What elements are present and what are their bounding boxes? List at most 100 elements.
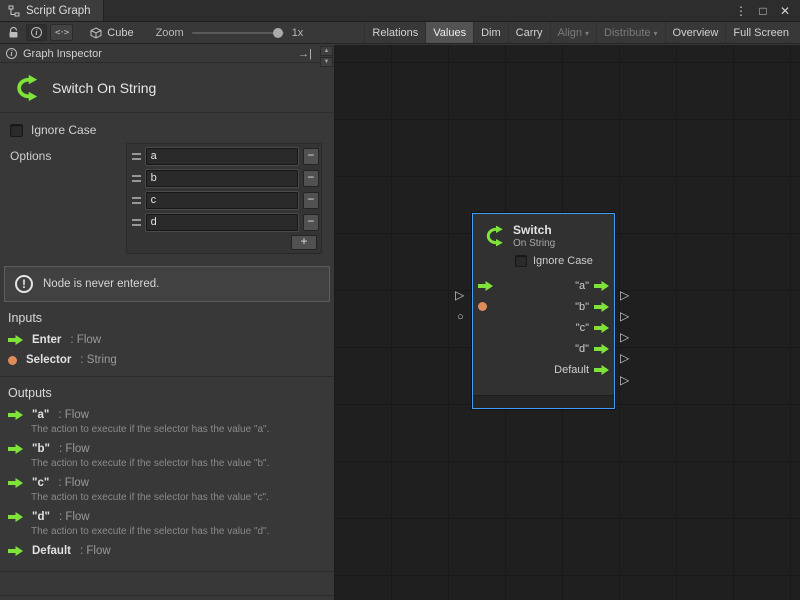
inputs-header: Inputs <box>0 302 334 330</box>
port-type: : Flow <box>70 334 101 346</box>
node-header[interactable]: Switch On String <box>473 214 614 253</box>
flow-arrow-icon <box>594 344 609 354</box>
zoom-value: 1x <box>292 27 304 39</box>
port-type: : Flow <box>59 511 90 523</box>
script-graph-icon <box>8 5 20 17</box>
add-option-button[interactable]: + <box>291 235 317 250</box>
dock-arrow-icon[interactable]: →| <box>298 48 312 60</box>
remove-option-button[interactable]: − <box>303 148 319 165</box>
graph-canvas[interactable]: Switch On String Ignore Case "a" <box>335 45 800 600</box>
port-name: "a" <box>32 409 49 421</box>
selector-port[interactable] <box>478 302 496 311</box>
scroll-down-icon[interactable]: ▼ <box>320 57 333 67</box>
output-d-connector-icon[interactable]: ▷ <box>620 351 629 365</box>
titlebar-spacer <box>104 0 732 21</box>
toolbar-button-distribute[interactable]: Distribute▾ <box>596 22 664 43</box>
drag-handle-icon[interactable] <box>132 153 141 160</box>
node-port-row-a: "a" <box>473 275 614 296</box>
button-label: Overview <box>673 27 719 39</box>
string-port-icon <box>478 302 487 311</box>
button-label: Distribute <box>604 27 650 39</box>
button-label: Values <box>433 27 466 39</box>
zoom-control: Zoom 1x <box>156 27 304 39</box>
lock-button[interactable] <box>4 24 23 41</box>
option-input-3[interactable] <box>146 214 298 231</box>
options-list: − − − − + <box>126 143 322 254</box>
selector-port-connector-icon[interactable]: ○ <box>457 310 464 324</box>
panel-empty-space <box>0 596 334 600</box>
node-ignore-case-checkbox[interactable] <box>515 255 527 267</box>
output-default-connector-icon[interactable]: ▷ <box>620 373 629 387</box>
port-type: : String <box>80 354 116 366</box>
enter-port-connector-icon[interactable]: ▷ <box>455 288 464 302</box>
tab-label: Script Graph <box>26 5 91 17</box>
remove-option-button[interactable]: − <box>303 170 319 187</box>
output-port-a[interactable]: "a" <box>575 280 609 292</box>
toolbar-button-values[interactable]: Values <box>425 22 473 43</box>
flow-arrow-icon <box>594 302 609 312</box>
graph-object-picker[interactable]: Cube <box>90 27 133 39</box>
remove-option-button[interactable]: − <box>303 192 319 209</box>
drag-handle-icon[interactable] <box>132 175 141 182</box>
code-icon: <·> <box>55 28 68 38</box>
window-titlebar: Script Graph ⋮ □ ✕ <box>0 0 800 22</box>
options-footer: + <box>129 234 319 251</box>
toolbar-button-fullscreen[interactable]: Full Screen <box>725 22 796 43</box>
flow-arrow-icon <box>594 365 609 375</box>
option-input-1[interactable] <box>146 170 298 187</box>
lock-icon <box>8 27 19 39</box>
button-label: Relations <box>372 27 418 39</box>
output-b-connector-icon[interactable]: ▷ <box>620 309 629 323</box>
switch-node[interactable]: Switch On String Ignore Case "a" <box>472 213 615 409</box>
warning-box: ! Node is never entered. <box>4 266 330 302</box>
output-port-default[interactable]: Default <box>554 364 609 376</box>
port-name: "b" <box>32 443 50 455</box>
port-label: "c" <box>576 322 589 334</box>
tab-script-graph[interactable]: Script Graph <box>0 0 104 21</box>
node-port-rows: "a" "b" "c" <box>473 275 614 380</box>
node-ignore-case-row: Ignore Case <box>515 255 614 267</box>
port-label: "b" <box>575 301 589 313</box>
port-name: Default <box>32 545 71 557</box>
graph-inspector-panel: i Graph Inspector →| ▲ ▼ Switch On Strin… <box>0 45 335 600</box>
scroll-up-icon[interactable]: ▲ <box>320 46 333 56</box>
code-view-button[interactable]: <·> <box>50 24 73 41</box>
zoom-slider-thumb[interactable] <box>273 28 283 38</box>
toolbar-button-dim[interactable]: Dim <box>473 22 508 43</box>
window-menu-icon[interactable]: ⋮ <box>732 2 750 20</box>
output-entry-a: "a" : Flow <box>0 405 334 425</box>
inspector-header-title: Graph Inspector <box>23 48 102 60</box>
output-c-connector-icon[interactable]: ▷ <box>620 330 629 344</box>
toolbar-toggles: Relations Values Dim Carry Align▾ Distri… <box>364 22 796 43</box>
output-port-b[interactable]: "b" <box>575 301 609 313</box>
toolbar-button-align[interactable]: Align▾ <box>550 22 596 43</box>
info-icon: i <box>6 48 17 59</box>
panel-scrollbar: ▲ ▼ <box>320 46 333 67</box>
close-icon[interactable]: ✕ <box>776 2 794 20</box>
graph-object-label: Cube <box>107 27 133 39</box>
node-title: Switch <box>513 223 555 237</box>
inspector-toggle-button[interactable]: i <box>26 24 47 41</box>
cube-icon <box>90 27 102 39</box>
toolbar-button-carry[interactable]: Carry <box>508 22 550 43</box>
toolbar-button-overview[interactable]: Overview <box>665 22 726 43</box>
maximize-icon[interactable]: □ <box>754 2 772 20</box>
output-port-d[interactable]: "d" <box>575 343 609 355</box>
output-port-c[interactable]: "c" <box>576 322 609 334</box>
ignore-case-checkbox[interactable] <box>10 124 23 137</box>
drag-handle-icon[interactable] <box>132 219 141 226</box>
main-area: i Graph Inspector →| ▲ ▼ Switch On Strin… <box>0 45 800 600</box>
toolbar-button-relations[interactable]: Relations <box>364 22 425 43</box>
option-input-2[interactable] <box>146 192 298 209</box>
switch-node-icon <box>481 224 505 248</box>
option-input-0[interactable] <box>146 148 298 165</box>
remove-option-button[interactable]: − <box>303 214 319 231</box>
warning-text: Node is never entered. <box>43 278 159 290</box>
node-subtitle: On String <box>513 238 555 249</box>
flow-arrow-icon <box>594 281 609 291</box>
output-a-connector-icon[interactable]: ▷ <box>620 288 629 302</box>
zoom-slider[interactable] <box>192 32 284 34</box>
options-label: Options <box>10 143 51 163</box>
drag-handle-icon[interactable] <box>132 197 141 204</box>
enter-port[interactable] <box>478 281 496 291</box>
